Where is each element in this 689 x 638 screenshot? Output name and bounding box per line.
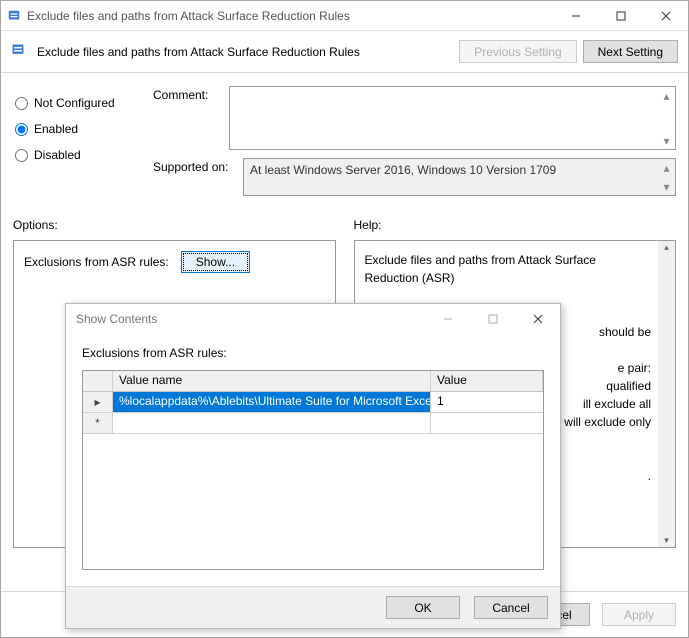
policy-header-icon	[11, 43, 29, 61]
grid-header-valuename[interactable]: Value name	[113, 371, 431, 391]
comment-row: Comment: ▴ ▾	[153, 86, 676, 150]
scroll-down-icon[interactable]: ▾	[658, 132, 675, 149]
supported-label: Supported on:	[153, 158, 243, 196]
dialog-body: Exclusions from ASR rules: Value name Va…	[66, 334, 560, 570]
policy-header: Exclude files and paths from Attack Surf…	[1, 31, 688, 73]
radio-not-configured-input[interactable]	[15, 97, 28, 110]
dialog-minimize-button	[425, 305, 470, 334]
apply-button[interactable]: Apply	[602, 603, 676, 626]
exclusions-grid[interactable]: Value name Value ▸%localappdata%\Ablebit…	[82, 370, 544, 570]
grid-header: Value name Value	[83, 371, 543, 392]
grid-header-value[interactable]: Value	[431, 371, 543, 391]
help-label: Help:	[354, 218, 677, 240]
grid-rows: ▸%localappdata%\Ablebits\Ultimate Suite …	[83, 392, 543, 434]
cell-value[interactable]: 1	[431, 392, 543, 413]
scroll-up-icon: ▴	[658, 159, 675, 176]
state-radio-group: Not Configured Enabled Disabled	[13, 86, 153, 204]
radio-enabled[interactable]: Enabled	[13, 116, 153, 142]
dialog-ok-button[interactable]: OK	[386, 596, 460, 619]
comment-textarea[interactable]: ▴ ▾	[229, 86, 676, 150]
comment-label: Comment:	[153, 86, 229, 150]
show-button[interactable]: Show...	[181, 251, 250, 273]
group-policy-editor-window: Exclude files and paths from Attack Surf…	[0, 0, 689, 638]
right-column: Comment: ▴ ▾ Supported on: At least Wind…	[153, 86, 676, 204]
dialog-close-button[interactable]	[515, 305, 560, 334]
radio-not-configured[interactable]: Not Configured	[13, 90, 153, 116]
dialog-titlebar: Show Contents	[66, 304, 560, 334]
grid-row[interactable]: ▸%localappdata%\Ablebits\Ultimate Suite …	[83, 392, 543, 413]
cell-value-name[interactable]	[113, 413, 431, 434]
exclusions-label: Exclusions from ASR rules:	[24, 255, 169, 269]
dialog-title: Show Contents	[76, 312, 157, 326]
dialog-footer: OK Cancel	[66, 586, 560, 628]
dialog-label: Exclusions from ASR rules:	[82, 346, 544, 360]
grid-row[interactable]: *	[83, 413, 543, 434]
radio-label: Not Configured	[34, 96, 115, 110]
grid-header-rowmarker	[83, 371, 113, 391]
next-setting-button[interactable]: Next Setting	[583, 40, 678, 63]
previous-setting-button[interactable]: Previous Setting	[459, 40, 576, 63]
supported-on-text: At least Windows Server 2016, Windows 10…	[250, 163, 556, 177]
radio-enabled-input[interactable]	[15, 123, 28, 136]
dialog-maximize-button	[470, 305, 515, 334]
radio-disabled[interactable]: Disabled	[13, 142, 153, 168]
maximize-button[interactable]	[598, 1, 643, 30]
policy-icon	[1, 9, 27, 23]
minimize-button[interactable]	[553, 1, 598, 30]
radio-label: Disabled	[34, 148, 81, 162]
supported-on-box: At least Windows Server 2016, Windows 10…	[243, 158, 676, 196]
scroll-down-icon: ▾	[658, 178, 675, 195]
options-label: Options:	[13, 218, 336, 240]
titlebar: Exclude files and paths from Attack Surf…	[1, 1, 688, 31]
help-scrollbar[interactable]	[658, 241, 675, 547]
window-title: Exclude files and paths from Attack Surf…	[27, 9, 553, 23]
cell-value-name[interactable]: %localappdata%\Ablebits\Ultimate Suite f…	[113, 392, 431, 413]
row-marker-icon: *	[83, 413, 113, 434]
config-row: Not Configured Enabled Disabled Comment:…	[13, 86, 676, 204]
show-contents-dialog: Show Contents Exclusions from ASR rules:…	[65, 303, 561, 629]
close-button[interactable]	[643, 1, 688, 30]
cell-value[interactable]	[431, 413, 543, 434]
supported-row: Supported on: At least Windows Server 20…	[153, 158, 676, 196]
window-controls	[553, 1, 688, 30]
row-marker-icon: ▸	[83, 392, 113, 413]
radio-disabled-input[interactable]	[15, 149, 28, 162]
exclusions-option-line: Exclusions from ASR rules: Show...	[24, 251, 325, 273]
radio-label: Enabled	[34, 122, 78, 136]
policy-title: Exclude files and paths from Attack Surf…	[37, 45, 453, 59]
dialog-cancel-button[interactable]: Cancel	[474, 596, 548, 619]
help-text-line: Exclude files and paths from Attack Surf…	[365, 251, 652, 287]
scroll-up-icon[interactable]: ▴	[658, 87, 675, 104]
